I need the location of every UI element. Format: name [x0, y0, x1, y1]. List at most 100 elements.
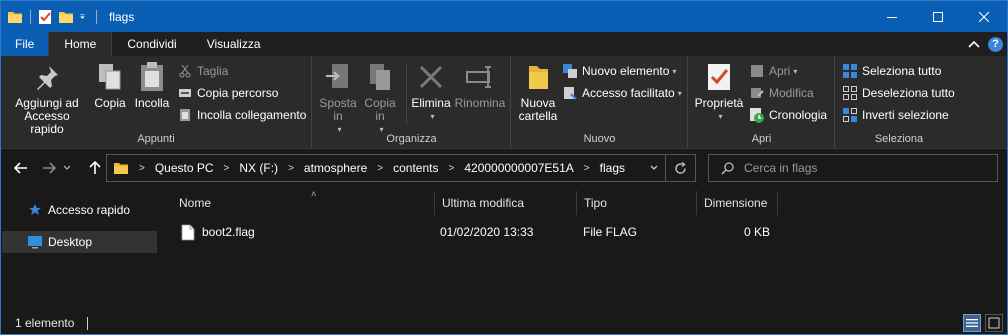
open-button[interactable]: Apri ▾ [749, 61, 797, 81]
search-input[interactable] [744, 161, 984, 175]
properties-button[interactable]: Proprietà ▾ [692, 60, 746, 123]
forward-button[interactable] [39, 158, 59, 178]
tab-right-controls: ? [968, 32, 1007, 56]
rename-button[interactable]: Rinomina [453, 60, 507, 110]
open-icon [751, 65, 763, 77]
customize-dropdown-icon[interactable] [79, 9, 89, 25]
cut-button[interactable]: Taglia [177, 61, 228, 81]
invert-selection-icon [843, 108, 857, 122]
up-button[interactable] [85, 158, 105, 178]
new-folder-icon[interactable] [58, 9, 74, 25]
minimize-button[interactable] [869, 1, 915, 32]
breadcrumb-separator-icon[interactable]: > [449, 163, 455, 174]
column-header-label: Tipo [584, 196, 607, 210]
refresh-button[interactable] [665, 155, 695, 181]
delete-label: Elimina [411, 96, 451, 110]
select-all-button[interactable]: Seleziona tutto [842, 61, 941, 81]
column-header-size[interactable]: Dimensione [698, 191, 778, 215]
history-icon [750, 108, 764, 123]
close-button[interactable] [961, 1, 1007, 32]
chevron-down-icon [63, 165, 71, 170]
edit-button[interactable]: Modifica [749, 83, 814, 103]
address-dropdown-button[interactable] [643, 163, 665, 173]
window-title: flags [109, 9, 135, 24]
breadcrumb-item[interactable]: flags [600, 161, 625, 175]
paste-button[interactable]: Incolla [132, 60, 172, 110]
recent-locations-button[interactable] [61, 158, 73, 178]
status-separator [87, 316, 89, 330]
breadcrumb-separator-icon[interactable]: > [377, 163, 383, 174]
move-to-button[interactable]: Sposta in ▾ [318, 60, 358, 136]
folder-icon[interactable] [7, 9, 23, 25]
paste-shortcut-button[interactable]: Incolla collegamento [177, 105, 306, 125]
tab-view[interactable]: Visualizza [192, 32, 276, 56]
collapse-ribbon-icon[interactable] [968, 39, 980, 49]
large-icons-view-button[interactable] [985, 314, 1003, 332]
copy-to-button[interactable]: Copia in ▾ [360, 60, 400, 136]
quick-access-toolbar [1, 1, 103, 32]
breadcrumb-item[interactable]: NX (F:) [239, 161, 278, 175]
delete-button[interactable]: Elimina ▾ [409, 60, 453, 123]
ribbon-tabs: File Home Condividi Visualizza ? [1, 32, 1007, 56]
address-bar[interactable]: > Questo PC > NX (F:) > atmosphere > con… [106, 154, 696, 182]
search-box [708, 154, 998, 182]
properties-check-icon [708, 64, 730, 90]
item-count: 1 elemento [15, 316, 75, 330]
invert-selection-button[interactable]: Inverti selezione [842, 105, 949, 125]
select-none-button[interactable]: Deseleziona tutto [842, 83, 955, 103]
new-folder-label: Nuova cartella [518, 96, 558, 123]
table-row[interactable]: boot2.flag 01/02/2020 13:33 File FLAG 0 … [171, 220, 771, 244]
file-icon [181, 224, 195, 240]
details-view-button[interactable] [963, 314, 981, 332]
new-folder-button[interactable]: Nuova cartella [515, 60, 561, 123]
nav-item-label: Accesso rapido [48, 203, 131, 217]
column-header-modified[interactable]: Ultima modifica [436, 191, 577, 215]
breadcrumb-item[interactable]: 420000000007E51A [464, 161, 573, 175]
select-all-icon [843, 64, 857, 78]
maximize-icon [933, 11, 943, 22]
group-organize: Sposta in ▾ Copia in ▾ Elimina ▾ Rinomin… [313, 56, 511, 149]
column-header-type[interactable]: Tipo [578, 191, 697, 215]
tab-share[interactable]: Condividi [112, 32, 191, 56]
breadcrumb-separator-icon[interactable]: > [288, 163, 294, 174]
breadcrumb-separator-icon[interactable]: > [584, 163, 590, 174]
copy-to-label: Copia in [364, 96, 396, 123]
easy-access-button[interactable]: Accesso facilitato ▾ [562, 83, 682, 103]
close-icon [979, 11, 989, 22]
new-folder-icon [529, 66, 548, 89]
navigation-bar: > Questo PC > NX (F:) > atmosphere > con… [1, 150, 1007, 186]
maximize-button[interactable] [915, 1, 961, 32]
paste-shortcut-icon [180, 109, 190, 121]
pin-quick-access-button[interactable]: Aggiungi ad Accesso rapido [7, 60, 87, 136]
nav-item-desktop[interactable]: Desktop [2, 231, 157, 253]
tab-home[interactable]: Home [48, 32, 113, 56]
copy-button[interactable]: Copia [91, 60, 129, 110]
copy-path-label: Copia percorso [197, 86, 279, 100]
file-type-cell: File FLAG [583, 225, 638, 239]
address-bar-controls [643, 155, 695, 181]
group-select-label: Seleziona [874, 133, 924, 145]
file-name-cell: boot2.flag [181, 220, 255, 244]
properties-check-icon[interactable] [37, 9, 53, 25]
help-icon[interactable]: ? [988, 36, 1003, 52]
breadcrumb-separator-icon[interactable]: > [139, 163, 145, 174]
delete-dropdown-icon: ▾ [430, 112, 435, 121]
pin-quick-access-label: Aggiungi ad Accesso rapido [15, 96, 79, 136]
breadcrumb-item[interactable]: atmosphere [304, 161, 367, 175]
history-button[interactable]: Cronologia [749, 105, 827, 125]
breadcrumb-separator-icon[interactable]: > [224, 163, 230, 174]
copy-path-button[interactable]: Copia percorso [177, 83, 278, 103]
status-bar: 1 elemento [1, 312, 1007, 334]
breadcrumb-item[interactable]: contents [393, 161, 438, 175]
tab-file[interactable]: File [1, 32, 49, 56]
details-view-icon [966, 319, 978, 327]
cut-label: Taglia [197, 64, 229, 78]
easy-access-dropdown-icon: ▾ [677, 88, 682, 98]
back-button[interactable] [11, 158, 31, 178]
column-header-label: Nome [179, 196, 212, 210]
nav-item-quick-access[interactable]: Accesso rapido [2, 199, 157, 221]
new-item-button[interactable]: Nuovo elemento ▾ [562, 61, 676, 81]
column-header-name[interactable]: ˄ Nome [173, 189, 435, 215]
sort-up-icon: ˄ [311, 189, 317, 199]
breadcrumb-item[interactable]: Questo PC [155, 161, 214, 175]
